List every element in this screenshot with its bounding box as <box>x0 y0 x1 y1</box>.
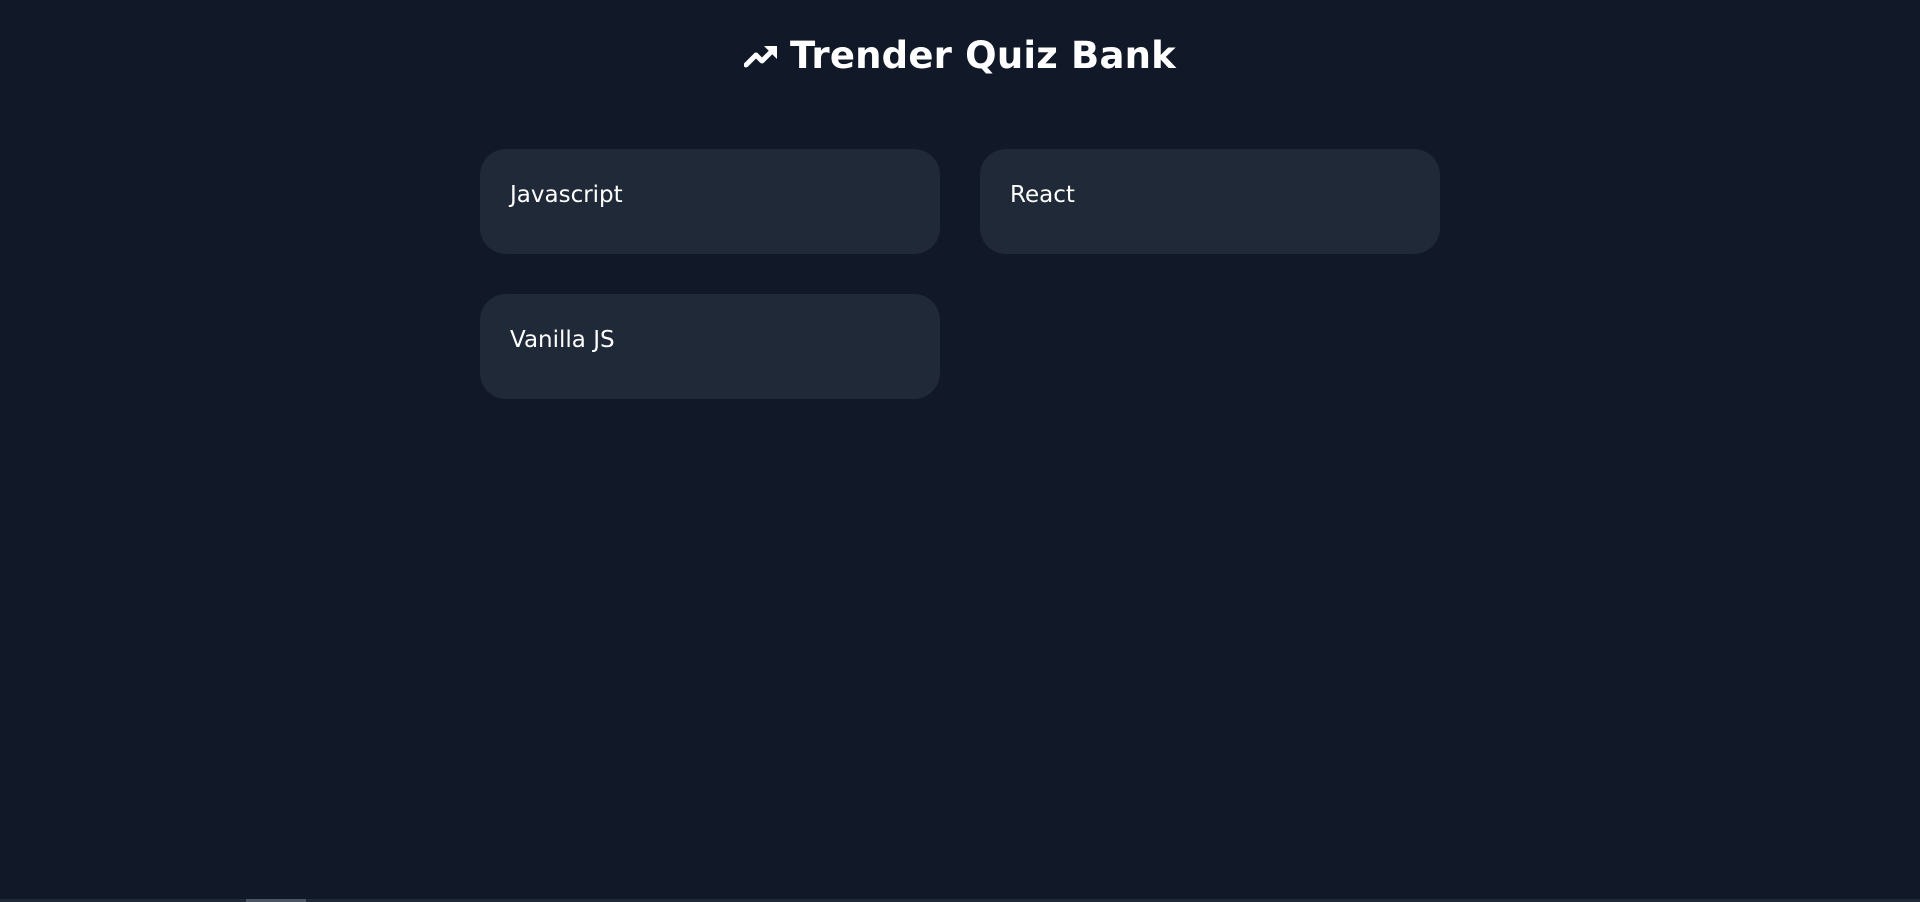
page: Trender Quiz Bank Javascript React Vanil… <box>0 0 1920 902</box>
quiz-card-javascript[interactable]: Javascript <box>480 149 940 254</box>
title-group: Trender Quiz Bank <box>743 34 1176 78</box>
quiz-grid: Javascript React Vanilla JS <box>480 149 1440 399</box>
trending-up-icon <box>743 43 778 69</box>
page-header: Trender Quiz Bank <box>0 34 1920 78</box>
page-title: Trender Quiz Bank <box>790 34 1176 77</box>
quiz-card-label: Vanilla JS <box>510 327 615 353</box>
quiz-card-react[interactable]: React <box>980 149 1440 254</box>
quiz-card-label: React <box>1010 182 1075 208</box>
quiz-card-label: Javascript <box>510 182 623 208</box>
quiz-card-vanilla-js[interactable]: Vanilla JS <box>480 294 940 399</box>
